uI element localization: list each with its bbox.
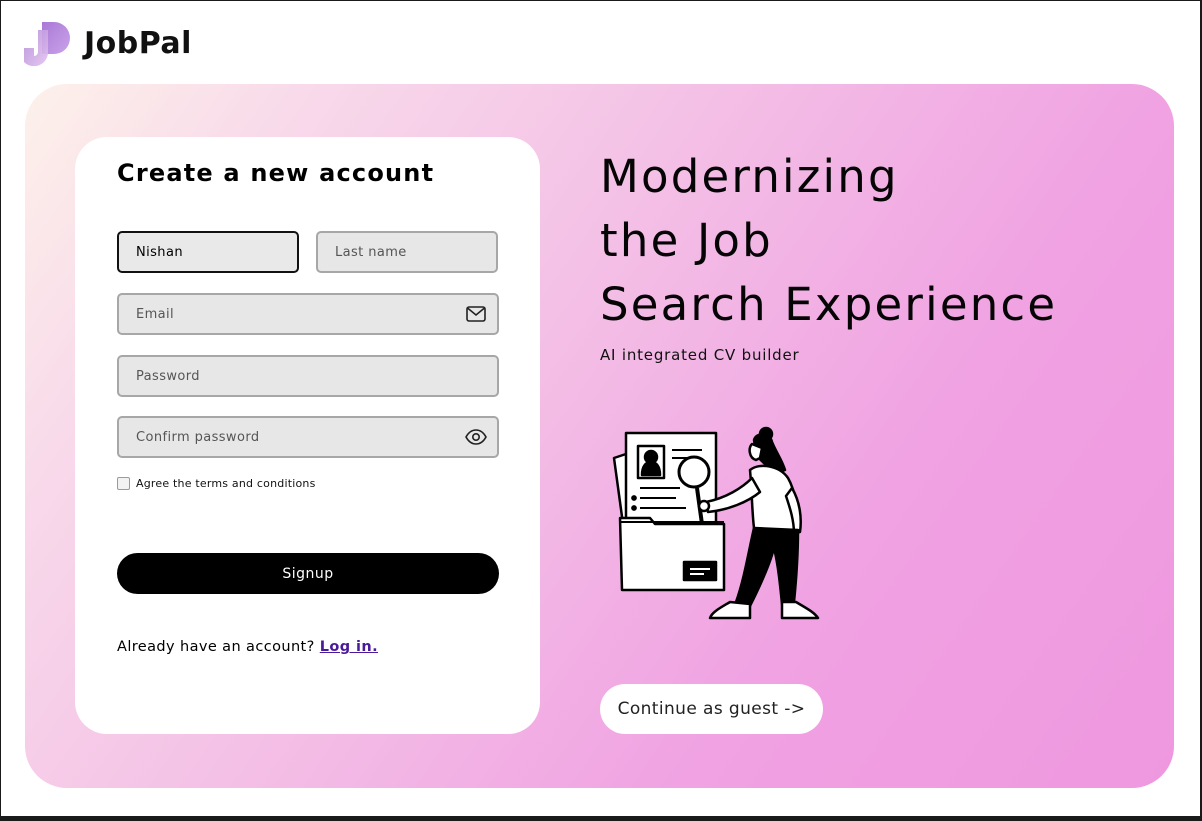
brand-name: JobPal xyxy=(84,25,192,61)
terms-label: Agree the terms and conditions xyxy=(136,477,316,490)
brand-logo[interactable]: JobPal xyxy=(24,20,192,66)
last-name-input[interactable] xyxy=(318,233,496,271)
eye-icon[interactable] xyxy=(465,427,487,447)
confirm-password-field xyxy=(117,416,499,458)
headline-line: the Job xyxy=(600,214,773,267)
signup-card: Create a new account Agree the terms and… xyxy=(75,137,540,734)
email-field xyxy=(117,293,499,335)
hero-headline: Modernizing the Job Search Experience xyxy=(600,145,1057,337)
mail-icon xyxy=(465,304,487,324)
confirm-password-input[interactable] xyxy=(119,418,497,456)
jobpal-logo-icon xyxy=(24,22,70,66)
woman-searching-cv-illustration xyxy=(612,426,820,620)
login-prompt-text: Already have an account? xyxy=(117,639,315,655)
signup-button[interactable]: Signup xyxy=(117,553,499,594)
hero-subheadline: AI integrated CV builder xyxy=(600,346,800,364)
login-prompt: Already have an account? Log in. xyxy=(117,639,378,655)
email-input[interactable] xyxy=(119,295,497,333)
first-name-input[interactable] xyxy=(119,233,297,271)
continue-as-guest-button[interactable]: Continue as guest -> xyxy=(600,684,823,734)
password-field xyxy=(117,355,499,397)
terms-row: Agree the terms and conditions xyxy=(117,477,316,490)
terms-checkbox[interactable] xyxy=(117,477,130,490)
login-link[interactable]: Log in. xyxy=(320,639,378,655)
last-name-field xyxy=(316,231,498,273)
password-input[interactable] xyxy=(119,357,497,395)
window-border xyxy=(0,816,1202,821)
signup-title: Create a new account xyxy=(117,159,435,187)
first-name-field xyxy=(117,231,299,273)
headline-line: Modernizing xyxy=(600,150,899,203)
headline-line: Search Experience xyxy=(600,278,1058,331)
